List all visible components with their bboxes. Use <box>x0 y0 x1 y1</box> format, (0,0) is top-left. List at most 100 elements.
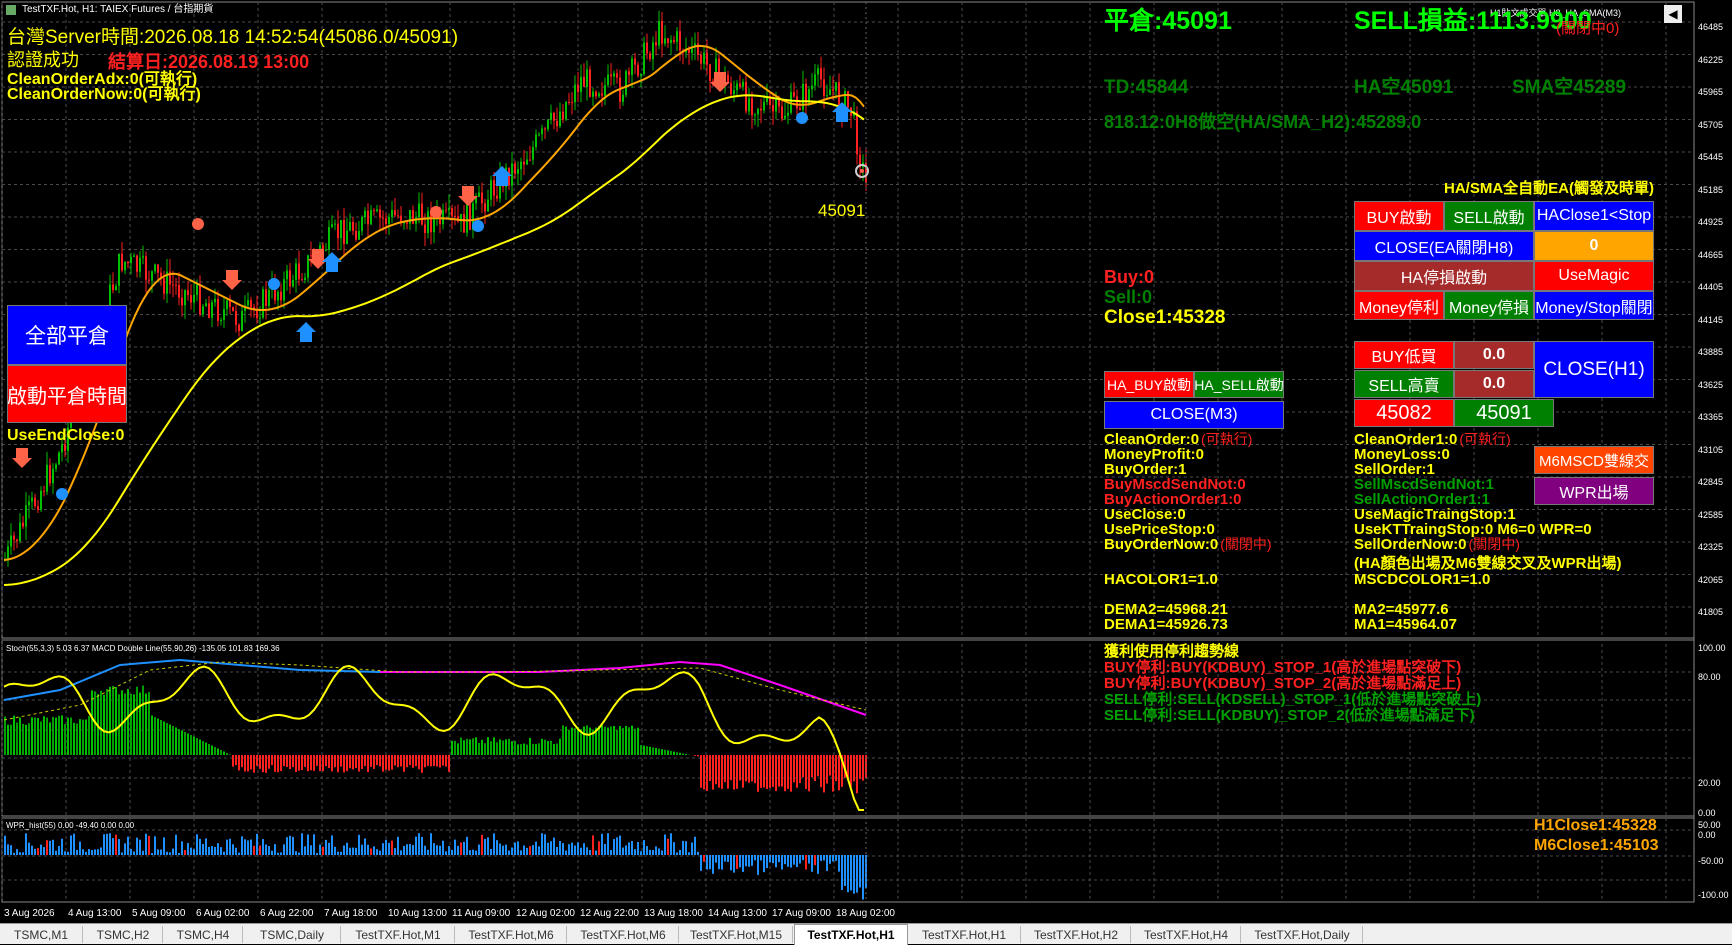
candle-body <box>175 285 177 286</box>
tab-testtxf-hot-m6[interactable]: TestTXF.Hot,M6 <box>568 926 679 943</box>
candle-body <box>286 270 288 279</box>
macd-hist-bar <box>238 755 240 770</box>
macd-hist-bar <box>253 755 255 773</box>
ea-counter-field[interactable]: 0 <box>1534 231 1654 261</box>
price-2-field[interactable]: 45091 <box>1454 399 1554 427</box>
wpr-hist-bar <box>553 838 555 855</box>
candle-body <box>397 215 399 216</box>
tab-testtxf-hot-h1[interactable]: TestTXF.Hot,H1 <box>908 926 1021 943</box>
macd-hist-bar <box>586 725 588 755</box>
buy-low-button[interactable]: BUY低買 <box>1354 341 1454 369</box>
candle-body <box>487 200 489 212</box>
wpr-hist-bar <box>169 852 171 855</box>
money-tp-button[interactable]: Money停利 <box>1354 291 1444 320</box>
wpr-hist-bar <box>610 850 612 855</box>
close-all-button[interactable]: 全部平倉 <box>7 305 127 365</box>
candle-body <box>730 83 732 94</box>
tab-testtxf-hot-m6[interactable]: TestTXF.Hot,M6 <box>456 926 567 943</box>
candle-body <box>13 536 15 540</box>
tab-tsmc-daily[interactable]: TSMC,Daily <box>244 926 341 943</box>
macd-hist-bar <box>544 740 546 755</box>
sub2-axis-label: 0.00 <box>1698 830 1716 840</box>
wpr-hist-bar <box>157 849 159 855</box>
macd-hist-bar <box>358 755 360 772</box>
wpr-hist-bar <box>361 845 363 855</box>
close-h1-button[interactable]: CLOSE(H1) <box>1534 341 1654 398</box>
wpr-hist-bar <box>319 845 321 855</box>
close-m3-button[interactable]: CLOSE(M3) <box>1104 401 1284 429</box>
tab-testtxf-hot-daily[interactable]: TestTXF.Hot,Daily <box>1242 926 1363 943</box>
tab-testtxf-hot-h2[interactable]: TestTXF.Hot,H2 <box>1022 926 1131 943</box>
candle-body <box>223 309 225 320</box>
ha-sell-button[interactable]: HA_SELL啟動 <box>1194 371 1284 398</box>
wpr-hist-bar <box>859 855 861 887</box>
start-close-time-button[interactable]: 啟動平倉時間 <box>7 365 127 423</box>
wpr-hist-bar <box>151 853 153 855</box>
haclose-button[interactable]: HAClose1<Stop <box>1534 201 1654 231</box>
macd-hist-bar <box>814 755 816 781</box>
close-ea-button[interactable]: CLOSE(EA關閉H8) <box>1354 231 1534 261</box>
ha-exit-note: (HA顏色出場及M6雙線交叉及WPR出場) <box>1354 556 1622 571</box>
candle-body <box>670 40 672 43</box>
wpr-hist-bar <box>418 833 420 855</box>
tab-testtxf-hot-m15[interactable]: TestTXF.Hot,M15 <box>680 926 793 943</box>
wpr-hist-bar <box>214 847 216 855</box>
candle-body <box>559 112 561 127</box>
ha-stop-button[interactable]: HA停損啟動 <box>1354 261 1534 291</box>
candle-body <box>121 254 123 271</box>
tab-testtxf-hot-m1[interactable]: TestTXF.Hot,M1 <box>342 926 455 943</box>
macd-hist-bar <box>637 728 639 755</box>
candle-body <box>658 21 660 45</box>
macd-hist-bar <box>655 748 657 755</box>
buy-start-button[interactable]: BUY啟動 <box>1354 201 1444 231</box>
window-expand-icon[interactable]: ◀ <box>1664 5 1682 23</box>
tab-tsmc-h2[interactable]: TSMC,H2 <box>84 926 163 943</box>
macd-hist-bar <box>613 726 615 755</box>
macd-hist-bar <box>529 738 531 755</box>
macd-hist-bar <box>721 755 723 789</box>
macd-hist-bar <box>406 755 408 767</box>
sell-start-button[interactable]: SELL啟動 <box>1444 201 1534 231</box>
price-1-field[interactable]: 45082 <box>1354 399 1454 427</box>
candle-body <box>748 98 750 111</box>
signal-dot-icon <box>192 218 204 230</box>
macd-hist-bar <box>487 737 489 755</box>
macd-hist-bar <box>235 755 237 765</box>
wpr-hist-bar <box>469 850 471 855</box>
wpr-hist-bar <box>850 855 852 890</box>
candle-body <box>427 211 429 233</box>
use-magic-button[interactable]: UseMagic <box>1534 261 1654 291</box>
macd-hist-bar <box>829 755 831 775</box>
wpr-hist-bar <box>73 834 75 855</box>
ha-buy-button[interactable]: HA_BUY啟動 <box>1104 371 1194 398</box>
macd-hist-bar <box>208 744 210 755</box>
macd-hist-bar <box>211 746 213 756</box>
info-left-item: BuyOrderNow:0(關閉中) <box>1104 537 1272 552</box>
money-stop-close-button[interactable]: Money/Stop關閉 <box>1534 291 1654 320</box>
candle-body <box>835 82 837 91</box>
wpr-hist-bar <box>391 841 393 855</box>
sell-high-button[interactable]: SELL高賣 <box>1354 370 1454 398</box>
tab-tsmc-m1[interactable]: TSMC,M1 <box>0 926 83 943</box>
wpr-hist-bar <box>562 843 564 855</box>
wpr-hist-bar <box>826 855 828 871</box>
macd-hist-bar <box>682 753 684 755</box>
wpr-hist-bar <box>199 839 201 855</box>
tab-testtxf-hot-h1[interactable]: TestTXF.Hot,H1 <box>794 924 908 945</box>
tab-testtxf-hot-h4[interactable]: TestTXF.Hot,H4 <box>1132 926 1241 943</box>
sell-high-input[interactable]: 0.0 <box>1454 370 1534 398</box>
buy-low-input[interactable]: 0.0 <box>1454 341 1534 369</box>
wpr-hist-bar <box>538 846 540 855</box>
wpr-hist-bar <box>130 849 132 855</box>
wpr-hist-bar <box>334 847 336 855</box>
candle-body <box>757 109 759 115</box>
macd-hist-bar <box>322 755 324 771</box>
macd-hist-bar <box>706 755 708 791</box>
tab-tsmc-h4[interactable]: TSMC,H4 <box>164 926 243 943</box>
wpr-hist-bar <box>628 842 630 855</box>
money-sl-button[interactable]: Money停損 <box>1444 291 1534 320</box>
wpr-hist-bar <box>124 843 126 855</box>
wpr-hist-bar <box>568 844 570 855</box>
candle-body <box>133 256 135 257</box>
wpr-hist-bar <box>691 842 693 855</box>
